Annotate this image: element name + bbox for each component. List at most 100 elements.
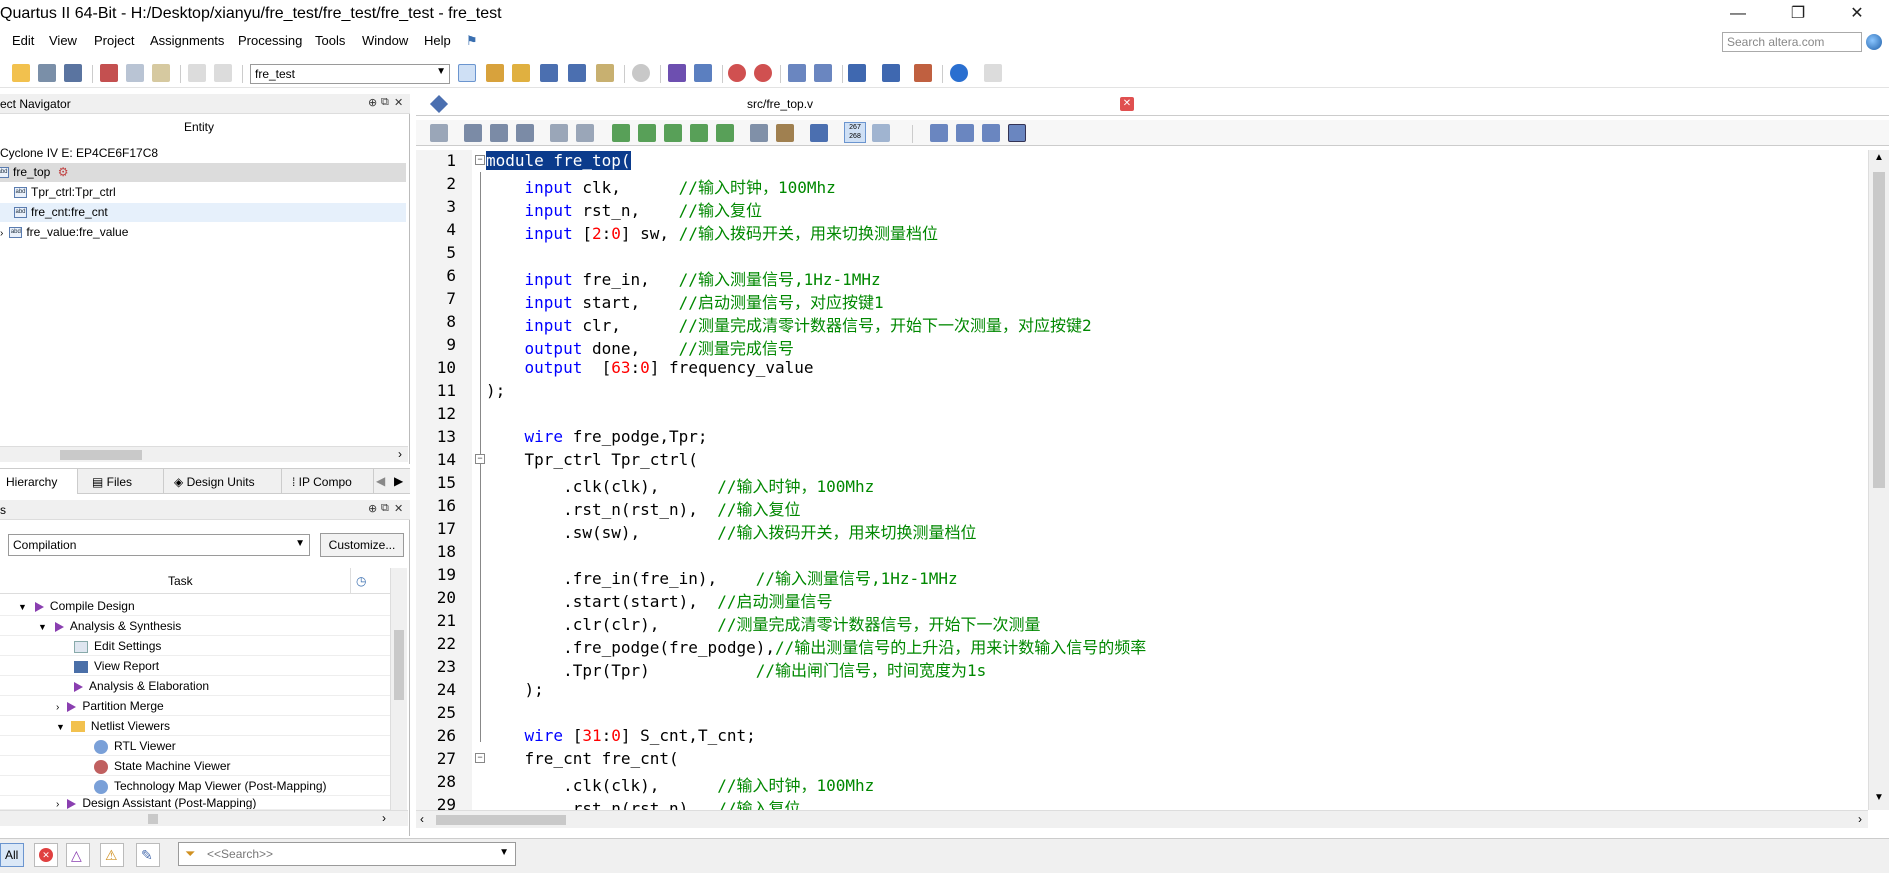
- project-combo[interactable]: fre_test ▼: [250, 64, 450, 84]
- chip-planner-icon[interactable]: [540, 64, 558, 82]
- filter-errors-button[interactable]: ✕: [34, 843, 58, 867]
- line-number-toggle[interactable]: 267 268: [844, 122, 866, 143]
- menu-project[interactable]: Project: [94, 33, 134, 48]
- paste-icon[interactable]: [152, 64, 170, 82]
- editor-hscrollbar[interactable]: ‹ ›: [416, 810, 1868, 828]
- outdent-icon[interactable]: [576, 124, 594, 142]
- tree-item-fre-top[interactable]: abd fre_top ⚙: [0, 163, 406, 182]
- menu-processing[interactable]: Processing: [238, 33, 302, 48]
- scroll-thumb[interactable]: [148, 814, 158, 824]
- task-view-report[interactable]: View Report: [0, 656, 390, 676]
- scroll-thumb[interactable]: [1873, 172, 1885, 488]
- attach-icon[interactable]: [750, 124, 768, 142]
- float-icon[interactable]: ⧉: [381, 502, 389, 515]
- find-icon[interactable]: [464, 124, 482, 142]
- task-compile-design[interactable]: ▼ Compile Design: [0, 596, 390, 616]
- tasks-hscrollbar[interactable]: ›: [0, 810, 408, 826]
- tree-item-fre-cnt[interactable]: abd fre_cnt:fre_cnt: [0, 203, 406, 222]
- prev-bookmark-icon[interactable]: [664, 124, 682, 142]
- timequest-icon[interactable]: [754, 64, 772, 82]
- task-edit-settings[interactable]: Edit Settings: [0, 636, 390, 656]
- code-editor[interactable]: 1 2 3 4 5 6 7 8 9 10 11 12 13 14 15 16 1…: [416, 150, 1868, 810]
- tab-scroll-right-icon[interactable]: ▶: [394, 474, 403, 488]
- tab-files[interactable]: ▤ Files: [80, 469, 164, 494]
- next-bookmark-icon[interactable]: [638, 124, 656, 142]
- help-pointer-icon[interactable]: ⚑: [466, 33, 478, 49]
- menu-tools[interactable]: Tools: [315, 33, 345, 48]
- analysis-icon[interactable]: [694, 64, 712, 82]
- menu-assignments[interactable]: Assignments: [150, 33, 224, 48]
- minimize-icon[interactable]: —: [1715, 0, 1761, 30]
- task-partition-merge[interactable]: › Partition Merge: [0, 696, 390, 716]
- scroll-thumb[interactable]: [60, 450, 142, 460]
- pin-icon[interactable]: ⊕: [368, 502, 377, 515]
- remove-bookmarks-icon[interactable]: [716, 124, 734, 142]
- navigator-hscrollbar[interactable]: ›: [0, 446, 408, 462]
- close-icon[interactable]: ✕: [1834, 0, 1880, 30]
- start-compile-icon[interactable]: [668, 64, 686, 82]
- magic-icon[interactable]: [512, 64, 530, 82]
- whatsthis-icon[interactable]: [984, 64, 1002, 82]
- menu-help[interactable]: Help: [424, 33, 451, 48]
- tree-item-fre-value[interactable]: › abd fre_value:fre_value: [0, 223, 406, 242]
- chip-view-icon[interactable]: [848, 64, 866, 82]
- flow-combo[interactable]: Compilation ▼: [8, 534, 310, 556]
- wrap-icon[interactable]: [872, 124, 890, 142]
- tasks-vscrollbar[interactable]: [390, 568, 407, 810]
- undo-icon[interactable]: [188, 64, 206, 82]
- scroll-up-icon[interactable]: ▲: [1874, 152, 1884, 163]
- clear-bookmark-icon[interactable]: [690, 124, 708, 142]
- find-replace-icon[interactable]: [490, 124, 508, 142]
- menu-window[interactable]: Window: [362, 33, 408, 48]
- netlist-icon[interactable]: [814, 64, 832, 82]
- chip-editor-icon[interactable]: [568, 64, 586, 82]
- tab-design-units[interactable]: ◈ Design Units: [164, 469, 282, 494]
- task-technology-map-viewer[interactable]: Technology Map Viewer (Post-Mapping): [0, 776, 390, 796]
- tab-scroll-left-icon[interactable]: ◀: [376, 474, 385, 488]
- filter-all-button[interactable]: All: [0, 843, 24, 867]
- customize-button[interactable]: Customize...: [320, 533, 404, 557]
- view-mode-icon[interactable]: [1008, 124, 1026, 142]
- cut-icon[interactable]: [100, 64, 118, 82]
- scroll-down-icon[interactable]: ▼: [1874, 792, 1884, 803]
- scroll-thumb[interactable]: [394, 630, 404, 700]
- scroll-left-icon[interactable]: ‹: [420, 812, 424, 826]
- chevron-down-icon[interactable]: ▼: [499, 847, 509, 858]
- task-netlist-viewers[interactable]: ▼ Netlist Viewers: [0, 716, 390, 736]
- globe-icon[interactable]: [1866, 34, 1882, 50]
- chip-view2-icon[interactable]: [882, 64, 900, 82]
- enter-icon[interactable]: [930, 124, 948, 142]
- stop-icon[interactable]: [632, 64, 650, 82]
- fold-toggle-icon[interactable]: −: [475, 753, 485, 763]
- close-tab-icon[interactable]: ✕: [1120, 97, 1134, 111]
- save-icon[interactable]: [38, 64, 56, 82]
- float-icon[interactable]: ⧉: [381, 96, 389, 109]
- restore-icon[interactable]: ❐: [1775, 0, 1821, 30]
- panel-close-icon[interactable]: ✕: [394, 502, 403, 515]
- goto-icon[interactable]: [516, 124, 534, 142]
- indent-icon[interactable]: [550, 124, 568, 142]
- filter-warnings-button[interactable]: ⚠: [100, 843, 124, 867]
- rtl-viewer-icon[interactable]: [788, 64, 806, 82]
- device-row[interactable]: Cyclone IV E: EP4CE6F17C8: [0, 144, 406, 163]
- task-rtl-viewer[interactable]: RTL Viewer: [0, 736, 390, 756]
- text-tools-icon[interactable]: [430, 124, 448, 142]
- copy-icon[interactable]: [126, 64, 144, 82]
- scroll-thumb[interactable]: [436, 815, 566, 825]
- search-altera-input[interactable]: Search altera.com: [1722, 32, 1862, 52]
- fold-toggle-icon[interactable]: −: [475, 454, 485, 464]
- scroll-right-icon[interactable]: ›: [1858, 812, 1862, 826]
- editor-tab-title[interactable]: src/fre_top.v: [747, 97, 813, 111]
- check-syntax-icon[interactable]: [810, 124, 828, 142]
- pin-planner-icon[interactable]: [458, 64, 476, 82]
- message-search-input[interactable]: ⏷ <<Search>> ▼: [178, 842, 516, 866]
- tab-hierarchy[interactable]: Hierarchy: [0, 469, 78, 494]
- open-folder-icon[interactable]: [12, 64, 30, 82]
- menu-edit[interactable]: Edit: [12, 33, 34, 48]
- template-icon[interactable]: [776, 124, 794, 142]
- tree-item-tpr-ctrl[interactable]: abd Tpr_ctrl:Tpr_ctrl: [0, 183, 406, 202]
- scroll-right-icon[interactable]: ›: [382, 811, 386, 825]
- tab-ip-components[interactable]: ⁞ IP Compo: [282, 469, 374, 494]
- save-all-icon[interactable]: [64, 64, 82, 82]
- timing-icon[interactable]: [728, 64, 746, 82]
